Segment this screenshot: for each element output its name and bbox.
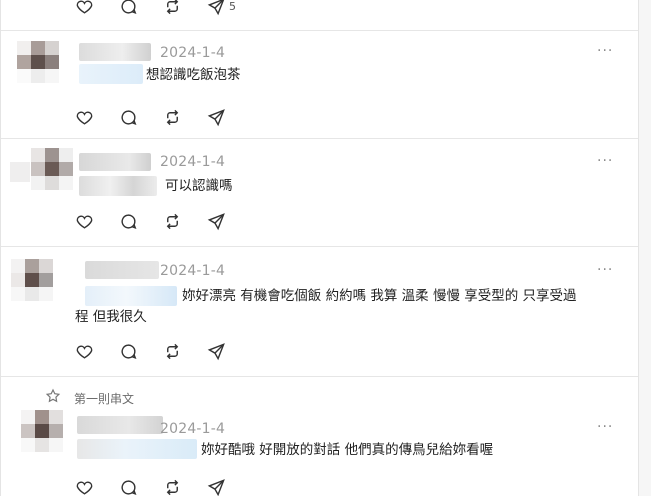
like-button[interactable]: [75, 0, 119, 18]
send-icon: [207, 478, 225, 496]
action-bar: [75, 339, 251, 363]
post-date: 2024-1-4: [160, 45, 226, 61]
comment-icon: [121, 109, 137, 125]
post-text-continued: 程 但我很久: [75, 309, 147, 325]
reply-post: 2024-1-4 ··· 想認識吃飯泡茶: [1, 31, 638, 139]
mention-redacted: [77, 439, 197, 459]
username-redacted[interactable]: [77, 416, 163, 434]
like-button[interactable]: [75, 475, 119, 496]
reply-button[interactable]: [119, 105, 163, 129]
post-date: 2024-1-4: [160, 421, 226, 437]
username-redacted[interactable]: [79, 43, 151, 61]
share-button[interactable]: [207, 209, 251, 233]
heart-icon: [76, 0, 93, 14]
mention-redacted: [85, 286, 177, 306]
share-button[interactable]: 5: [207, 0, 251, 18]
reply-post: 2024-1-4 ··· 妳好漂亮 有機會吃個飯 約約嗎 我算 溫柔 慢慢 享受…: [1, 247, 638, 377]
avatar[interactable]: [21, 410, 63, 452]
send-icon: [207, 342, 225, 360]
post-date: 2024-1-4: [160, 154, 226, 170]
share-button[interactable]: [207, 475, 251, 496]
repost-button[interactable]: [163, 209, 207, 233]
repost-icon: [166, 213, 179, 229]
repost-button[interactable]: [163, 475, 207, 496]
share-button[interactable]: [207, 105, 251, 129]
more-options-button[interactable]: ···: [597, 419, 613, 435]
reply-button[interactable]: [119, 0, 163, 18]
comment-icon: [121, 213, 137, 229]
reply-post: 2024-1-4 ··· 可以認識嗎: [1, 139, 638, 247]
repost-button[interactable]: [163, 339, 207, 363]
repost-icon: [166, 0, 179, 14]
replies-feed: 5 2024-1-4 ··· 想認識吃飯泡茶 2024-1-4 ··· 可以認識…: [0, 0, 651, 496]
like-button[interactable]: [75, 339, 119, 363]
post-text: 妳好酷哦 好開放的對話 他們真的傳鳥兒給妳看喔: [201, 442, 494, 458]
send-icon: [207, 0, 224, 15]
action-bar: [75, 475, 251, 496]
reply-button[interactable]: [119, 209, 163, 233]
avatar[interactable]: [17, 41, 59, 83]
repost-button[interactable]: [163, 105, 207, 129]
username-redacted[interactable]: [85, 261, 159, 279]
scrollbar-track[interactable]: [639, 0, 651, 496]
star-icon: [45, 388, 61, 403]
more-options-button[interactable]: ···: [597, 43, 613, 59]
like-button[interactable]: [75, 209, 119, 233]
reply-button[interactable]: [119, 475, 163, 496]
send-icon: [207, 108, 225, 126]
mention-redacted: [79, 176, 157, 196]
send-icon: [207, 212, 225, 230]
heart-icon: [76, 481, 93, 495]
comment-icon: [121, 343, 137, 359]
heart-icon: [76, 111, 93, 125]
heart-icon: [76, 215, 93, 229]
repost-icon: [166, 479, 179, 495]
avatar-blur-edge: [10, 162, 30, 182]
thread-label: 第一則串文: [74, 392, 135, 406]
action-bar: [75, 105, 251, 129]
repost-button[interactable]: [163, 0, 207, 18]
previous-post-tail: 5: [1, 0, 638, 31]
reply-post: 第一則串文 2024-1-4 ··· 妳好酷哦 好開放的對話 他們真的傳鳥兒給妳…: [1, 377, 638, 496]
share-button[interactable]: [207, 339, 251, 363]
post-date: 2024-1-4: [160, 263, 226, 279]
reply-button[interactable]: [119, 339, 163, 363]
like-button[interactable]: [75, 105, 119, 129]
repost-icon: [166, 109, 179, 125]
heart-icon: [76, 345, 93, 359]
post-text: 妳好漂亮 有機會吃個飯 約約嗎 我算 溫柔 慢慢 享受型的 只享受過: [182, 288, 577, 304]
comment-icon: [121, 479, 137, 495]
username-redacted[interactable]: [79, 153, 151, 171]
comment-icon: [121, 0, 137, 14]
more-options-button[interactable]: ···: [597, 153, 613, 169]
action-bar: [75, 209, 251, 233]
post-text: 想認識吃飯泡茶: [146, 67, 241, 83]
share-count: 5: [229, 0, 236, 13]
avatar[interactable]: [31, 148, 73, 190]
repost-icon: [166, 343, 179, 359]
avatar[interactable]: [11, 259, 75, 301]
post-text: 可以認識嗎: [165, 178, 233, 194]
mention-redacted: [79, 64, 143, 84]
action-bar: 5: [75, 0, 251, 18]
more-options-button[interactable]: ···: [597, 262, 613, 278]
